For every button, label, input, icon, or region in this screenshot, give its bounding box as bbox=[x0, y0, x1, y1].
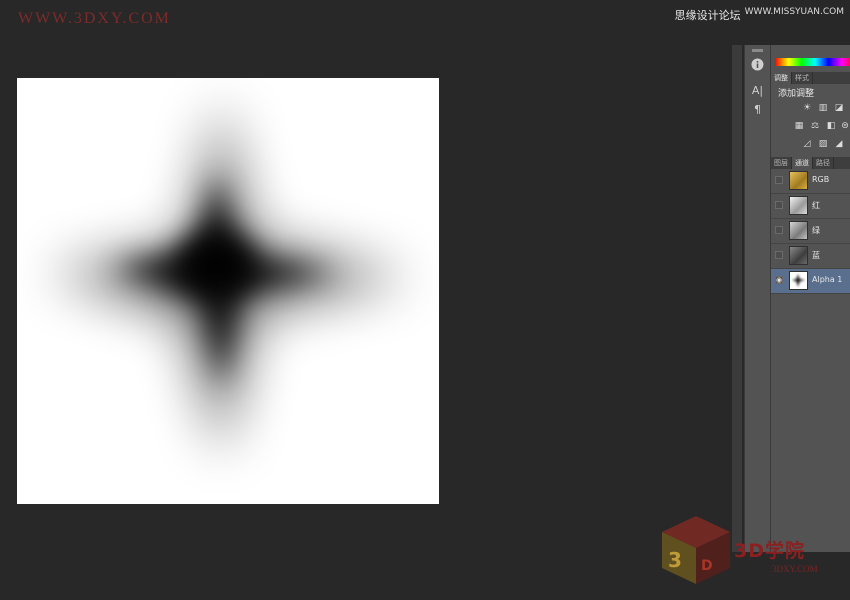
toolbar-grip[interactable] bbox=[752, 49, 763, 52]
eye-icon[interactable]: ◉ bbox=[775, 276, 783, 284]
channel-row-red[interactable]: 红 bbox=[771, 194, 850, 219]
channel-label: 绿 bbox=[812, 226, 820, 235]
tab-channels[interactable]: 通道 bbox=[792, 157, 813, 169]
tab-adjustments[interactable]: 调整 bbox=[771, 72, 792, 84]
curves-icon[interactable]: ◪ bbox=[833, 103, 845, 113]
visibility-toggle[interactable] bbox=[775, 201, 783, 209]
watermark-bottom-right: 3 D 3D学院 3DXY.COM bbox=[656, 512, 836, 587]
channel-list: RGB 红 绿 蓝 ◉ Alpha 1 bbox=[771, 169, 850, 294]
adjust-tab-bar: 调整 样式 bbox=[771, 72, 850, 84]
right-panel: 调整 样式 添加调整 ☀ ▥ ◪ ▦ ⚖ ◧ ⊜ ◿ ▨ ◢ 图层 通道 路径 … bbox=[770, 45, 850, 552]
channel-label: Alpha 1 bbox=[812, 275, 843, 284]
channel-thumbnail bbox=[789, 196, 808, 215]
tab-styles[interactable]: 样式 bbox=[792, 72, 813, 84]
channel-row-alpha[interactable]: ◉ Alpha 1 bbox=[771, 269, 850, 294]
brightness-icon[interactable]: ☀ bbox=[801, 103, 813, 113]
visibility-toggle[interactable] bbox=[775, 176, 783, 184]
channel-thumbnail bbox=[789, 171, 808, 190]
tab-layers[interactable]: 图层 bbox=[771, 157, 792, 169]
hue-saturation-icon[interactable]: ▦ bbox=[793, 121, 805, 131]
posterize-icon[interactable]: ▨ bbox=[817, 139, 829, 149]
watermark-top-right-cn: 思缘设计论坛 bbox=[674, 9, 741, 22]
watermark-top-right-url: WWW.MISSYUAN.COM bbox=[744, 7, 844, 17]
add-adjustment-label: 添加调整 bbox=[778, 89, 815, 99]
invert-icon[interactable]: ◿ bbox=[801, 139, 813, 149]
info-icon[interactable] bbox=[750, 57, 765, 72]
document-canvas[interactable] bbox=[17, 78, 439, 504]
photo-filter-icon[interactable]: ⊜ bbox=[839, 121, 850, 131]
watermark-bottom-url: 3DXY.COM bbox=[772, 564, 818, 574]
channel-row-rgb[interactable]: RGB bbox=[771, 169, 850, 194]
threshold-icon[interactable]: ◢ bbox=[833, 139, 845, 149]
panel-icon-bar: A| ¶ bbox=[744, 45, 770, 552]
tab-paths[interactable]: 路径 bbox=[813, 157, 834, 169]
character-icon[interactable]: A| bbox=[750, 83, 765, 98]
panel-collapse-strip[interactable] bbox=[732, 45, 742, 552]
visibility-toggle[interactable] bbox=[775, 251, 783, 259]
paragraph-icon[interactable]: ¶ bbox=[750, 102, 765, 117]
cube-logo-icon: 3 D bbox=[662, 516, 730, 584]
color-balance-icon[interactable]: ⚖ bbox=[809, 121, 821, 131]
channel-row-green[interactable]: 绿 bbox=[771, 219, 850, 244]
channel-tab-bar: 图层 通道 路径 bbox=[771, 157, 850, 169]
watermark-bottom-cn: 3D学院 bbox=[734, 540, 805, 562]
color-spectrum[interactable] bbox=[775, 58, 850, 66]
channel-label: RGB bbox=[812, 175, 830, 184]
channel-thumbnail bbox=[789, 271, 808, 290]
channel-thumbnail bbox=[789, 246, 808, 265]
svg-text:3: 3 bbox=[668, 548, 682, 572]
svg-text:D: D bbox=[701, 558, 713, 574]
channel-label: 蓝 bbox=[812, 251, 820, 260]
channel-row-blue[interactable]: 蓝 bbox=[771, 244, 850, 269]
levels-icon[interactable]: ▥ bbox=[817, 103, 829, 113]
watermark-top-left: WWW.3DXY.COM bbox=[18, 10, 171, 27]
channel-label: 红 bbox=[812, 201, 820, 210]
visibility-toggle[interactable] bbox=[775, 226, 783, 234]
black-white-icon[interactable]: ◧ bbox=[825, 121, 837, 131]
watermark-top-right: 思缘设计论坛 WWW.MISSYUAN.COM bbox=[675, 7, 844, 23]
channel-thumbnail bbox=[789, 221, 808, 240]
alpha-star-shape bbox=[47, 98, 412, 458]
